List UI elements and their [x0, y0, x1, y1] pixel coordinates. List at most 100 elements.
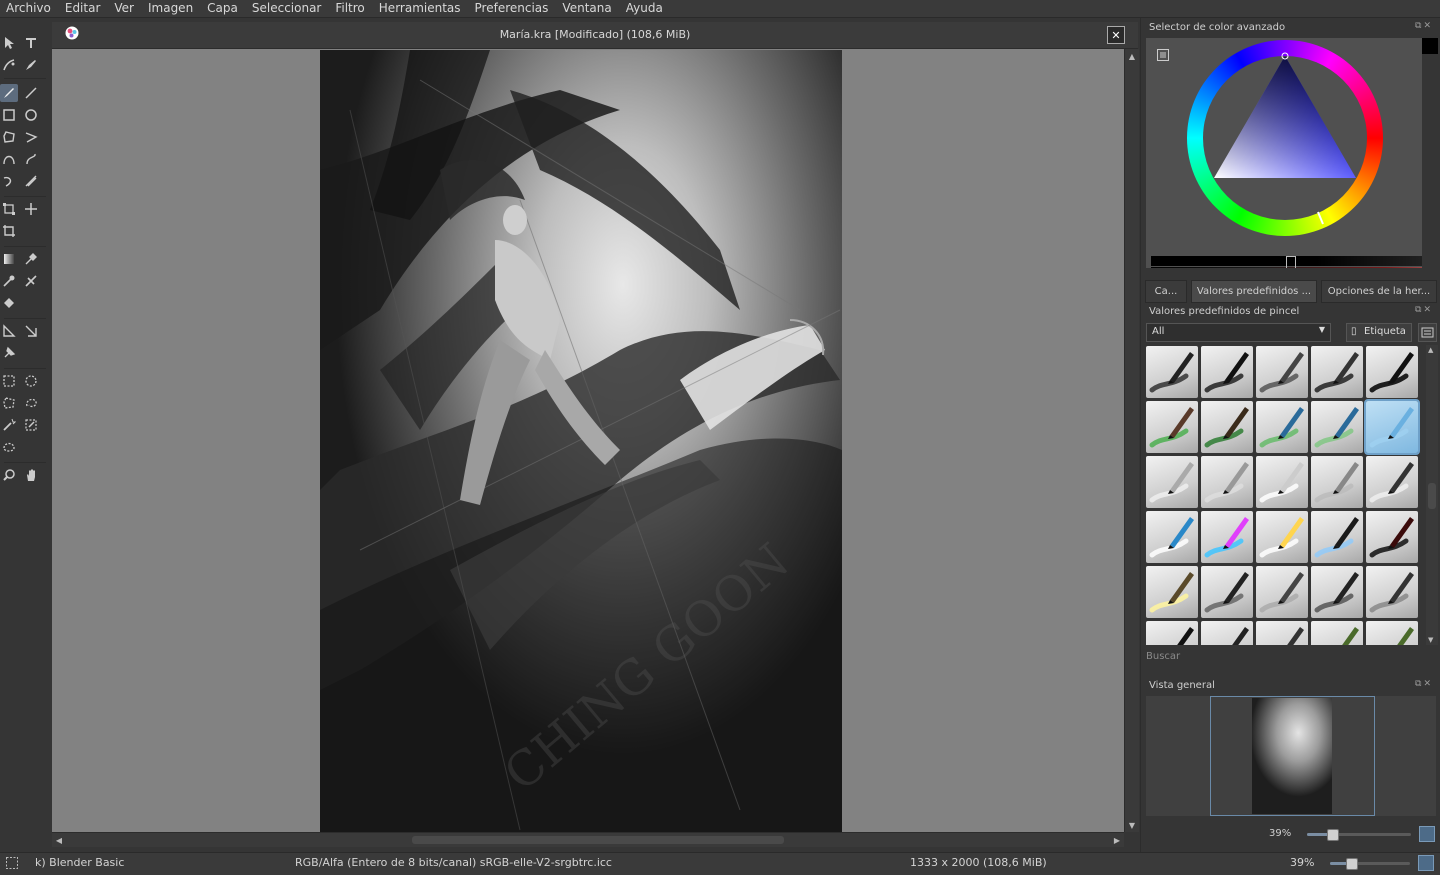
ellipse-icon[interactable] [22, 106, 40, 124]
polygon-icon[interactable] [0, 128, 18, 146]
close-document-button[interactable]: ✕ [1107, 26, 1125, 44]
menu-seleccionar[interactable]: Seleccionar [245, 0, 328, 17]
brush-preset-item[interactable] [1201, 566, 1253, 618]
brush-preset-item[interactable] [1256, 621, 1308, 645]
colorize-mask-icon[interactable] [0, 272, 18, 290]
brush-preset-item[interactable] [1201, 621, 1253, 645]
brush-preset-item[interactable] [1146, 346, 1198, 398]
brush-preset-item[interactable] [1366, 566, 1418, 618]
freehand-path-icon[interactable] [22, 150, 40, 168]
brush-filter-dropdown[interactable]: All ▼ [1146, 323, 1331, 342]
overview-zoom-knob[interactable] [1327, 829, 1339, 841]
menu-capa[interactable]: Capa [200, 0, 245, 17]
transform-icon[interactable] [0, 200, 18, 218]
select-shapes-icon[interactable] [0, 34, 18, 52]
brush-preset-item[interactable] [1256, 401, 1308, 453]
reference-icon[interactable] [0, 344, 18, 362]
menu-ayuda[interactable]: Ayuda [619, 0, 670, 17]
menu-filtro[interactable]: Filtro [328, 0, 371, 17]
horizontal-scroll-thumb[interactable] [412, 836, 784, 844]
overview-zoom-slider[interactable] [1307, 829, 1411, 841]
scroll-right-icon[interactable]: ▶ [1110, 833, 1124, 847]
tag-button[interactable]: ▯ Etiqueta [1346, 323, 1412, 342]
artwork-canvas[interactable]: CHING GOON [320, 50, 842, 832]
color-selector-panel[interactable] [1146, 38, 1422, 268]
shade-selector[interactable] [1151, 256, 1422, 268]
magic-wand-icon[interactable] [0, 416, 18, 434]
similar-select-icon[interactable] [22, 416, 40, 434]
gradient-icon[interactable] [0, 250, 18, 268]
smart-patch-icon[interactable] [22, 272, 40, 290]
pan-icon[interactable] [22, 466, 40, 484]
bezier-select-icon[interactable] [0, 438, 18, 456]
menu-herramientas[interactable]: Herramientas [372, 0, 468, 17]
menu-archivo[interactable]: Archivo [0, 0, 58, 17]
brush-preset-item[interactable] [1146, 511, 1198, 563]
rectangle-icon[interactable] [0, 106, 18, 124]
multibrush-icon[interactable] [22, 172, 40, 190]
brush-preset-item[interactable] [1256, 511, 1308, 563]
dynamic-brush-icon[interactable] [0, 172, 18, 190]
brush-preset-item[interactable] [1256, 456, 1308, 508]
status-brush-name[interactable]: k) Blender Basic [35, 856, 124, 869]
freehand-brush-icon[interactable] [0, 84, 18, 102]
scroll-up-icon[interactable]: ▲ [1428, 346, 1433, 354]
scroll-left-icon[interactable]: ◀ [52, 833, 66, 847]
move-icon[interactable] [22, 200, 40, 218]
text-icon[interactable] [22, 34, 40, 52]
overview-viewport-frame[interactable] [1210, 696, 1375, 816]
brush-preset-item[interactable] [1311, 456, 1363, 508]
brush-preset-item[interactable] [1311, 621, 1363, 645]
color-selector-float-close-icons[interactable]: ⧉✕ [1415, 21, 1433, 31]
selection-mode-icon[interactable] [5, 856, 19, 870]
saturation-value-triangle[interactable] [1187, 40, 1383, 236]
brush-preset-item[interactable] [1201, 346, 1253, 398]
status-zoom-knob[interactable] [1346, 858, 1358, 870]
freehand-select-icon[interactable] [22, 394, 40, 412]
brush-search-input[interactable]: Buscar [1146, 651, 1436, 667]
brush-preset-item[interactable] [1256, 566, 1308, 618]
brush-preset-item[interactable] [1366, 621, 1418, 645]
brush-preset-item[interactable] [1146, 621, 1198, 645]
brush-preset-item[interactable] [1146, 456, 1198, 508]
crop-icon[interactable] [0, 222, 18, 240]
menu-editar[interactable]: Editar [58, 0, 108, 17]
brush-preset-item[interactable] [1201, 456, 1253, 508]
overview-panel[interactable] [1146, 696, 1436, 816]
bezier-icon[interactable] [0, 150, 18, 168]
brush-preset-item[interactable] [1311, 401, 1363, 453]
polygon-select-icon[interactable] [0, 394, 18, 412]
zoom-icon[interactable] [0, 466, 18, 484]
color-selector-settings-icon[interactable] [1157, 49, 1169, 61]
color-swatch[interactable] [1422, 38, 1438, 54]
rect-select-icon[interactable] [0, 372, 18, 390]
brush-preset-item[interactable] [1364, 399, 1420, 455]
tab-tool-options[interactable]: Opciones de la her... [1321, 280, 1437, 303]
brush-preset-item[interactable] [1201, 511, 1253, 563]
horizontal-scrollbar[interactable]: ◀ ▶ [52, 832, 1124, 847]
preset-scroll-thumb[interactable] [1428, 483, 1436, 509]
menu-preferencias[interactable]: Preferencias [468, 0, 556, 17]
brush-presets-float-close-icons[interactable]: ⧉✕ [1415, 305, 1433, 315]
scroll-up-icon[interactable]: ▲ [1125, 49, 1139, 63]
brush-preset-item[interactable] [1146, 401, 1198, 453]
assistant-icon[interactable] [0, 322, 18, 340]
calligraphy-icon[interactable] [0, 56, 18, 74]
canvas-area[interactable]: CHING GOON [52, 49, 1124, 832]
path-edit-icon[interactable] [22, 56, 40, 74]
brush-preset-item[interactable] [1366, 511, 1418, 563]
preset-scrollbar[interactable]: ▲ ▼ [1426, 345, 1438, 645]
zoom-fit-icon[interactable] [1418, 855, 1434, 871]
status-zoom-slider[interactable] [1330, 858, 1410, 870]
scroll-down-icon[interactable]: ▼ [1428, 636, 1433, 644]
ellipse-select-icon[interactable] [22, 372, 40, 390]
menu-ventana[interactable]: Ventana [555, 0, 618, 17]
scroll-down-icon[interactable]: ▼ [1125, 818, 1139, 832]
brush-preset-item[interactable] [1311, 566, 1363, 618]
brush-preset-item[interactable] [1146, 566, 1198, 618]
brush-preset-item[interactable] [1311, 346, 1363, 398]
color-picker-icon[interactable] [22, 250, 40, 268]
menu-imagen[interactable]: Imagen [141, 0, 200, 17]
menu-ver[interactable]: Ver [107, 0, 141, 17]
line-icon[interactable] [22, 84, 40, 102]
